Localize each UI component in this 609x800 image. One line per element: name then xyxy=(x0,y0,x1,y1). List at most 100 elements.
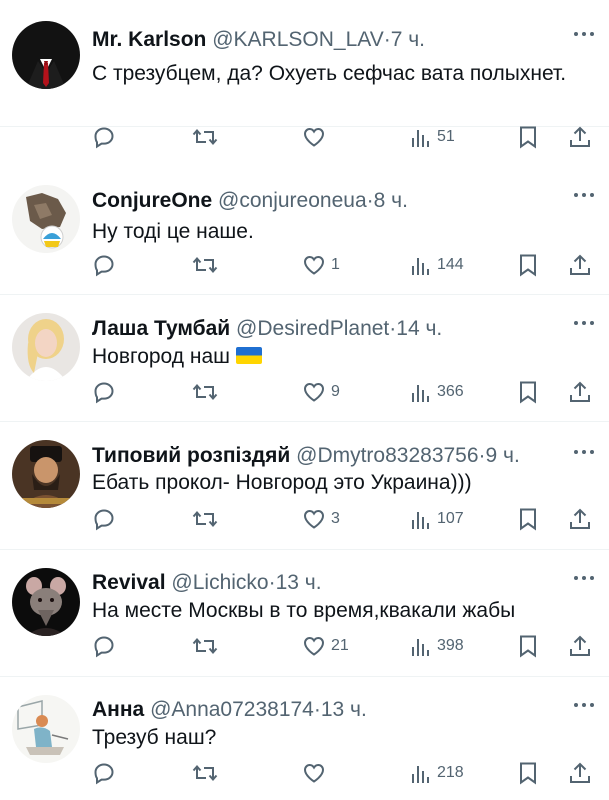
avatar[interactable] xyxy=(12,313,80,381)
avatar[interactable] xyxy=(12,185,80,253)
heart-icon xyxy=(303,509,325,529)
tweet-header: Mr. Karlson @KARLSON_LAV·7 ч. xyxy=(92,27,559,53)
reply-icon xyxy=(94,382,114,404)
more-options-icon[interactable] xyxy=(573,448,595,456)
more-options-icon[interactable] xyxy=(573,701,595,709)
retweet-icon xyxy=(192,383,218,401)
share-icon xyxy=(570,508,590,529)
display-name[interactable]: Типовий розпіздяй xyxy=(92,444,290,467)
bookmark-button[interactable] xyxy=(517,252,539,278)
display-name[interactable]: Анна xyxy=(92,698,144,721)
more-options-icon[interactable] xyxy=(573,30,595,38)
reply-icon xyxy=(94,127,114,149)
user-handle[interactable]: @Lichicko xyxy=(171,571,268,594)
reply-button[interactable] xyxy=(92,124,121,150)
tweet-header: ConjureOne @conjureoneua·8 ч. xyxy=(92,188,559,214)
avatar[interactable] xyxy=(12,440,80,508)
share-button[interactable] xyxy=(568,760,592,786)
tweet-text: Новгород наш xyxy=(92,342,569,371)
separator-dot: · xyxy=(366,189,374,212)
avatar[interactable] xyxy=(12,568,80,636)
bookmark-button[interactable] xyxy=(517,760,539,786)
retweet-button[interactable] xyxy=(192,252,223,278)
user-handle[interactable]: @conjureoneua xyxy=(218,189,367,212)
timestamp[interactable]: 8 ч. xyxy=(374,189,408,212)
timestamp[interactable]: 14 ч. xyxy=(396,317,442,340)
like-button[interactable]: 3 xyxy=(302,506,340,532)
tweet-actions: 1 144 xyxy=(92,252,597,278)
view-count: 366 xyxy=(437,383,464,400)
reply-icon xyxy=(94,509,114,531)
timestamp[interactable]: 13 ч. xyxy=(321,698,367,721)
user-handle[interactable]: @Dmytro83283756 xyxy=(296,444,478,467)
bookmark-icon xyxy=(520,762,536,785)
bookmark-button[interactable] xyxy=(517,124,539,150)
share-icon xyxy=(570,381,590,402)
more-options-icon[interactable] xyxy=(573,191,595,199)
display-name[interactable]: Revival xyxy=(92,571,166,594)
reply-button[interactable] xyxy=(92,760,121,786)
views-button[interactable]: 366 xyxy=(410,379,464,405)
bookmark-icon xyxy=(520,381,536,404)
like-button[interactable]: 1 xyxy=(302,252,340,278)
views-icon xyxy=(412,639,429,656)
tweet[interactable]: Mr. Karlson @KARLSON_LAV·7 ч. С трезубце… xyxy=(0,0,609,127)
reply-button[interactable] xyxy=(92,252,121,278)
reply-button[interactable] xyxy=(92,379,121,405)
views-icon xyxy=(412,385,429,402)
bookmark-button[interactable] xyxy=(517,379,539,405)
views-button[interactable]: 144 xyxy=(410,252,464,278)
share-button[interactable] xyxy=(568,633,592,659)
tweet-text-content: Новгород наш xyxy=(92,345,230,368)
heart-icon xyxy=(303,636,325,656)
retweet-button[interactable] xyxy=(192,506,223,532)
like-count: 3 xyxy=(331,510,340,527)
reply-icon xyxy=(94,763,114,785)
avatar[interactable] xyxy=(12,21,80,89)
like-button[interactable]: 9 xyxy=(302,379,340,405)
display-name[interactable]: ConjureOne xyxy=(92,189,212,212)
like-count: 1 xyxy=(331,256,340,273)
share-button[interactable] xyxy=(568,379,592,405)
bookmark-button[interactable] xyxy=(517,633,539,659)
views-button[interactable]: 51 xyxy=(410,124,455,150)
bookmark-button[interactable] xyxy=(517,506,539,532)
share-button[interactable] xyxy=(568,124,592,150)
retweet-button[interactable] xyxy=(192,379,223,405)
like-button[interactable]: 21 xyxy=(302,633,349,659)
more-options-icon[interactable] xyxy=(573,574,595,582)
share-icon xyxy=(570,126,590,147)
timestamp[interactable]: 13 ч. xyxy=(276,571,322,594)
retweet-icon xyxy=(192,764,218,782)
view-count: 107 xyxy=(437,510,464,527)
display-name[interactable]: Mr. Karlson xyxy=(92,28,206,51)
retweet-button[interactable] xyxy=(192,124,223,150)
tweet-actions: 9 366 xyxy=(92,379,597,405)
user-handle[interactable]: @DesiredPlanet xyxy=(236,317,389,340)
separator-dot: · xyxy=(313,698,321,721)
bookmark-icon xyxy=(520,508,536,531)
views-button[interactable]: 398 xyxy=(410,633,464,659)
retweet-button[interactable] xyxy=(192,633,223,659)
more-options-icon[interactable] xyxy=(573,319,595,327)
views-button[interactable]: 218 xyxy=(410,760,464,786)
avatar[interactable] xyxy=(12,695,80,763)
like-button[interactable] xyxy=(302,124,331,150)
user-handle[interactable]: @KARLSON_LAV xyxy=(212,28,384,51)
like-button[interactable] xyxy=(302,760,331,786)
retweet-button[interactable] xyxy=(192,760,223,786)
share-button[interactable] xyxy=(568,252,592,278)
tweet-text: Ну тоді це наше. xyxy=(92,220,254,243)
timestamp[interactable]: 9 ч. xyxy=(486,444,520,467)
share-button[interactable] xyxy=(568,506,592,532)
timestamp[interactable]: 7 ч. xyxy=(391,28,425,51)
reply-button[interactable] xyxy=(92,506,121,532)
tweet-text: На месте Москвы в то время,квакали жабы xyxy=(92,599,516,622)
views-button[interactable]: 107 xyxy=(410,506,464,532)
tweet-text: Ебать прокол- Новгород это Украина))) xyxy=(92,471,472,494)
retweet-icon xyxy=(192,256,218,274)
display-name[interactable]: Лаша Тумбай xyxy=(92,317,230,340)
reply-button[interactable] xyxy=(92,633,121,659)
heart-icon xyxy=(303,255,325,275)
user-handle[interactable]: @Anna07238174 xyxy=(150,698,314,721)
